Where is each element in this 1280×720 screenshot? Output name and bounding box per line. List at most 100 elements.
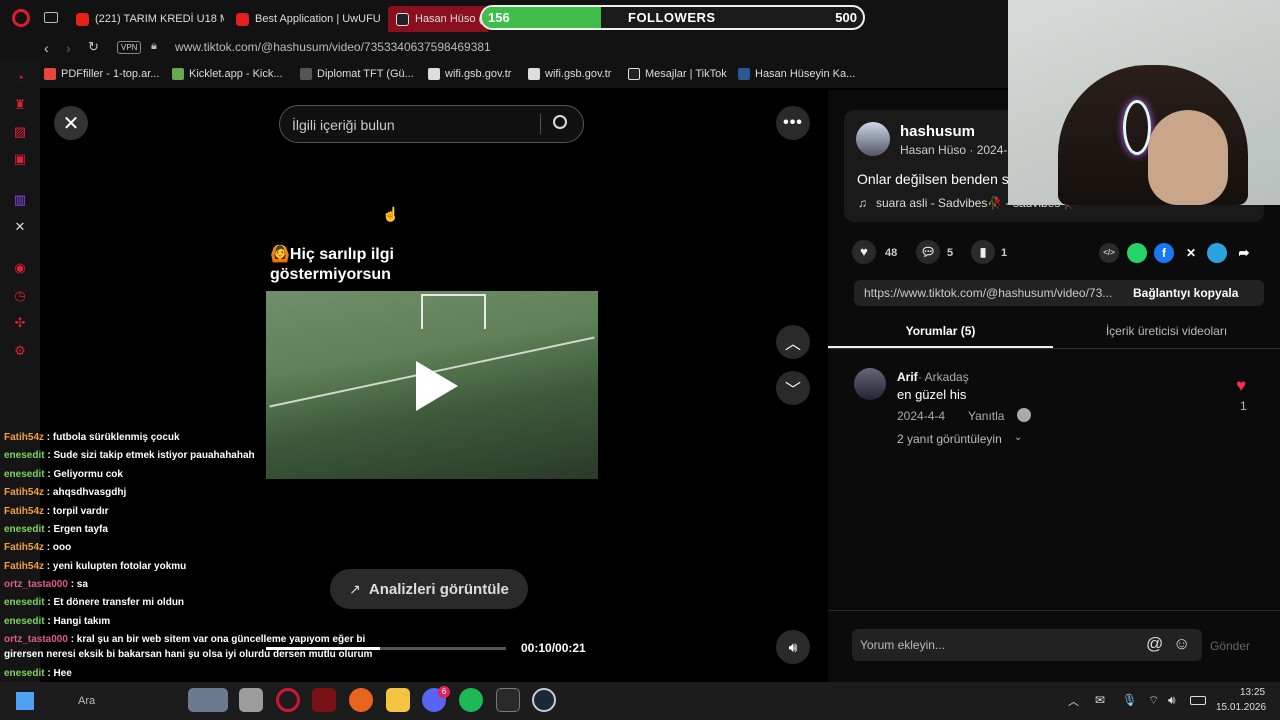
more-options-button[interactable]: ••• bbox=[776, 106, 810, 140]
tray-wifi-icon[interactable]: ⌔ bbox=[1148, 693, 1159, 708]
embed-icon[interactable]: </> bbox=[1099, 243, 1119, 263]
windows-taskbar: Ara 6 ︿ ✉ 🎙︎ ⌔ 🔊︎ 13:25 15.01.2026 bbox=[0, 682, 1280, 720]
bookmark-diplomat[interactable]: Diplomat TFT (Gü... bbox=[300, 68, 414, 80]
youtube-icon bbox=[76, 12, 89, 26]
bookmark-tiktok-messages[interactable]: Mesajlar | TikTok bbox=[628, 68, 727, 80]
copy-link-button[interactable]: Bağlantıyı kopyala bbox=[1133, 286, 1238, 300]
tab-tiktok-active[interactable]: Hasan Hüso (@ bbox=[388, 6, 488, 32]
vpn-badge[interactable]: VPN bbox=[117, 41, 142, 54]
red-app-icon[interactable] bbox=[312, 688, 336, 712]
whatsapp-icon[interactable] bbox=[1127, 243, 1147, 263]
tray-mute-icon[interactable]: ✉ bbox=[1095, 693, 1105, 707]
send-comment-button[interactable]: Gönder bbox=[1210, 639, 1250, 653]
taskbar-search[interactable]: Ara bbox=[78, 695, 95, 707]
share-arrow-icon[interactable]: ➦ bbox=[1234, 243, 1254, 263]
clock-time[interactable]: 13:25 bbox=[1240, 687, 1265, 698]
chat-username: Fatih54z bbox=[4, 432, 45, 443]
tray-mic-icon[interactable]: 🎙︎ bbox=[1122, 693, 1137, 707]
settings-gear-icon[interactable]: ⚙ bbox=[12, 343, 28, 359]
opera-gx-icon[interactable] bbox=[276, 688, 300, 712]
save-button[interactable]: ▮ bbox=[971, 240, 995, 264]
search-input[interactable]: İlgili içeriği bulun bbox=[292, 117, 395, 133]
reload-icon[interactable]: ↻ bbox=[88, 39, 99, 55]
chat-text: : Et dönere transfer mi oldun bbox=[44, 597, 185, 608]
extensions-icon[interactable]: ✣ bbox=[12, 315, 28, 331]
chat-message: enesedit : Ergen tayfa bbox=[4, 524, 108, 535]
facebook-icon[interactable]: f bbox=[1154, 243, 1174, 263]
file-explorer-store-icon[interactable] bbox=[239, 688, 263, 712]
play-icon[interactable] bbox=[416, 361, 458, 411]
epic-games-icon[interactable] bbox=[496, 688, 520, 712]
comment-like-heart-icon[interactable]: ♥ bbox=[1236, 376, 1246, 396]
next-video-button[interactable]: ﹀ bbox=[776, 371, 810, 405]
headset-ring bbox=[1123, 100, 1151, 155]
history-icon[interactable]: ◷ bbox=[12, 288, 28, 304]
tray-volume-icon[interactable]: 🔊︎ bbox=[1168, 693, 1176, 708]
search-box[interactable]: İlgili içeriği bulun bbox=[279, 105, 584, 143]
comment-avatar[interactable] bbox=[854, 368, 886, 400]
speed-dial-icon[interactable]: ◔ bbox=[12, 70, 28, 86]
comment-author[interactable]: Arif bbox=[897, 370, 918, 384]
tab-youtube[interactable]: (221) TARIM KREDİ U18 M bbox=[68, 6, 224, 32]
bookmark-label: Diplomat TFT (Gü... bbox=[317, 68, 414, 80]
action-row: ♥ 48 💬︎ 5 ▮ 1 </> f ✕ ➦ bbox=[844, 240, 1264, 266]
caption-emoji: 🙆 bbox=[270, 246, 290, 263]
player-icon[interactable]: ◉ bbox=[12, 260, 28, 276]
previous-video-button[interactable]: ︿ bbox=[776, 325, 810, 359]
avatar[interactable] bbox=[856, 122, 890, 156]
telegram-icon[interactable] bbox=[1207, 243, 1227, 263]
bookmark-kicklet[interactable]: Kicklet.app - Kick... bbox=[172, 68, 283, 80]
x-icon[interactable]: ✕ bbox=[12, 219, 28, 235]
tab-comments[interactable]: Yorumlar (5) bbox=[828, 314, 1053, 348]
video-time: 00:10/00:21 bbox=[521, 641, 586, 655]
video-link: https://www.tiktok.com/@hashusum/video/7… bbox=[864, 286, 1113, 300]
messenger-icon[interactable]: ▣ bbox=[12, 151, 28, 167]
followers-label: FOLLOWERS bbox=[628, 10, 716, 25]
bookmark-hasan[interactable]: Hasan Hüseyin Ka... bbox=[738, 68, 855, 80]
spotify-icon[interactable] bbox=[459, 688, 483, 712]
comment-input[interactable]: Yorum ekleyin... bbox=[860, 638, 945, 652]
chat-message: Fatih54z : torpil vardır bbox=[4, 506, 108, 517]
steam-icon[interactable] bbox=[532, 688, 556, 712]
author-username[interactable]: hashusum bbox=[900, 123, 975, 140]
bookmark-pdffiller[interactable]: PDFfiller - 1-top.ar... bbox=[44, 68, 159, 80]
tab-uwufu[interactable]: Best Application | UwUFU bbox=[228, 6, 384, 32]
ai-icon[interactable]: ♜ bbox=[12, 97, 28, 113]
ea-icon[interactable] bbox=[349, 688, 373, 712]
followers-current: 156 bbox=[488, 10, 510, 25]
widget-thumbnail-icon[interactable] bbox=[188, 688, 228, 712]
address-bar[interactable]: www.tiktok.com/@hashusum/video/735334063… bbox=[175, 40, 491, 54]
mention-icon[interactable]: @ bbox=[1146, 634, 1163, 654]
twitch-icon[interactable]: ▥ bbox=[12, 192, 28, 208]
comment-button[interactable]: 💬︎ bbox=[916, 240, 940, 264]
opera-logo-icon[interactable] bbox=[12, 9, 30, 27]
view-replies-button[interactable]: 2 yanıt görüntüleyin bbox=[897, 432, 1002, 446]
comment-input-box[interactable]: Yorum ekleyin... @ ☺ bbox=[852, 629, 1202, 661]
windows-start-icon[interactable] bbox=[16, 692, 34, 710]
gx-corner-icon[interactable]: ▨ bbox=[12, 124, 28, 140]
chevron-down-icon: ⌄ bbox=[1014, 432, 1023, 443]
close-button[interactable]: ✕ bbox=[54, 106, 88, 140]
clock-date[interactable]: 15.01.2026 bbox=[1216, 702, 1266, 713]
like-button[interactable]: ♥ bbox=[852, 240, 876, 264]
tray-chevron-up-icon[interactable]: ︿ bbox=[1068, 693, 1079, 709]
reply-button[interactable]: Yanıtla bbox=[968, 409, 1004, 423]
bookmark-wifi-1[interactable]: wifi.gsb.gov.tr bbox=[428, 68, 511, 80]
goal-post bbox=[421, 294, 486, 329]
volume-button[interactable]: 🔊︎ bbox=[776, 630, 810, 664]
chevron-down-icon: ﹀ bbox=[784, 382, 801, 399]
bookmark-wifi-2[interactable]: wifi.gsb.gov.tr bbox=[528, 68, 611, 80]
document-icon bbox=[428, 68, 440, 80]
x-share-icon[interactable]: ✕ bbox=[1181, 243, 1201, 263]
tab-creator-videos[interactable]: İçerik üreticisi videoları bbox=[1053, 314, 1280, 348]
tray-battery-icon[interactable] bbox=[1190, 696, 1206, 705]
forward-icon[interactable]: › bbox=[66, 40, 71, 56]
tab-menu-icon[interactable] bbox=[44, 12, 58, 23]
search-icon[interactable] bbox=[553, 115, 567, 129]
emoji-icon[interactable]: ☺ bbox=[1173, 634, 1190, 654]
chat-message: Fatih54z : ahqsdhvasgdhj bbox=[4, 487, 126, 498]
folder-icon[interactable] bbox=[386, 688, 410, 712]
back-icon[interactable]: ‹ bbox=[44, 40, 49, 56]
chat-username: Fatih54z bbox=[4, 487, 45, 498]
comment-footer-divider bbox=[828, 610, 1280, 611]
